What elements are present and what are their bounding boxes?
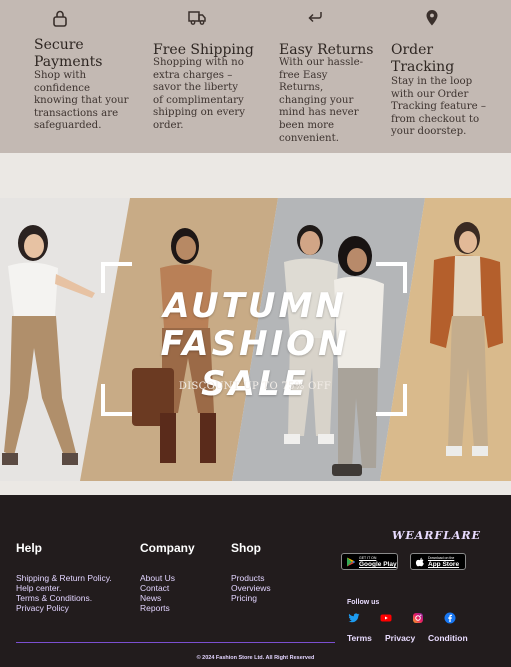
footer-company-links: About Us Contact News Reports: [140, 573, 175, 613]
footer-link[interactable]: Overviews: [231, 583, 271, 593]
site-footer: Help Shipping & Return Policy. Help cent…: [0, 495, 511, 667]
facebook-icon[interactable]: [444, 612, 456, 624]
map-pin-icon: [426, 10, 438, 26]
copyright-text: © 2024 Fashion Store Ltd. All Right Rese…: [196, 655, 315, 661]
feature-desc: With our hassle-free Easy Returns, chang…: [279, 57, 364, 144]
brand-logo[interactable]: WEARFLARE: [392, 529, 481, 542]
follow-us-label: Follow us: [347, 599, 380, 606]
feature-desc: Stay in the loop with our Order Tracking…: [391, 76, 486, 138]
app-store-big: App Store: [428, 561, 460, 568]
feature-title-line: Tracking: [391, 59, 455, 75]
autumn-sale-banner[interactable]: AUTUMN FASHION SALE DISCOUNT UP TO 75% O…: [0, 198, 511, 481]
app-store-text: Download on the App Store: [428, 555, 459, 568]
instagram-icon[interactable]: [412, 612, 424, 624]
feature-title-line: Secure: [34, 37, 84, 53]
footer-company-title: Company: [140, 541, 195, 555]
section-spacer: [0, 481, 511, 495]
footer-link[interactable]: Products: [231, 573, 271, 583]
footer-help-title: Help: [16, 541, 43, 555]
footer-divider: [16, 642, 335, 643]
footer-link[interactable]: News: [140, 593, 175, 603]
feature-desc: Shop with confidence knowing that your t…: [34, 70, 129, 132]
youtube-icon[interactable]: [380, 612, 392, 624]
footer-privacy-link[interactable]: Privacy: [385, 633, 415, 643]
apple-icon: [415, 557, 424, 566]
google-play-big: Google Play: [359, 561, 397, 568]
sale-title-line-1: AUTUMN: [163, 286, 347, 326]
footer-link[interactable]: Pricing: [231, 593, 271, 603]
google-play-button[interactable]: GET IT ON Google Play: [341, 553, 398, 570]
footer-help-links: Shipping & Return Policy. Help center. T…: [16, 573, 112, 613]
feature-title: Secure Payments: [34, 37, 102, 71]
footer-shop-links: Products Overviews Pricing: [231, 573, 271, 603]
app-store-button[interactable]: Download on the App Store: [410, 553, 466, 570]
section-spacer: [0, 153, 511, 198]
footer-link[interactable]: Shipping & Return Policy.: [16, 573, 112, 583]
feature-desc: Shopping with no extra charges – savor t…: [153, 57, 246, 131]
lock-icon: [53, 10, 67, 27]
features-strip: Secure Payments Shop with confidence kno…: [0, 0, 511, 153]
footer-link[interactable]: Contact: [140, 583, 175, 593]
footer-link[interactable]: Terms & Conditions.: [16, 593, 112, 603]
footer-condition-link[interactable]: Condition: [428, 633, 468, 643]
return-arrow-icon: [308, 12, 322, 23]
footer-shop-title: Shop: [231, 541, 261, 555]
feature-title-line: Payments: [34, 54, 103, 70]
footer-link[interactable]: About Us: [140, 573, 175, 583]
footer-terms-link[interactable]: Terms: [347, 633, 372, 643]
google-play-icon: [347, 557, 355, 566]
footer-link[interactable]: Privacy Policy: [16, 603, 112, 613]
twitter-icon[interactable]: [348, 612, 360, 624]
footer-link[interactable]: Reports: [140, 603, 175, 613]
truck-icon: [188, 11, 206, 25]
google-play-text: GET IT ON Google Play: [359, 555, 397, 568]
feature-title: Order Tracking: [391, 42, 454, 76]
sale-subtitle: DISCOUNT UP TO 75% OFF: [178, 381, 332, 392]
footer-link[interactable]: Help center.: [16, 583, 112, 593]
sale-title-line-2: FASHION SALE: [160, 324, 350, 404]
feature-title-line: Order: [391, 42, 434, 58]
